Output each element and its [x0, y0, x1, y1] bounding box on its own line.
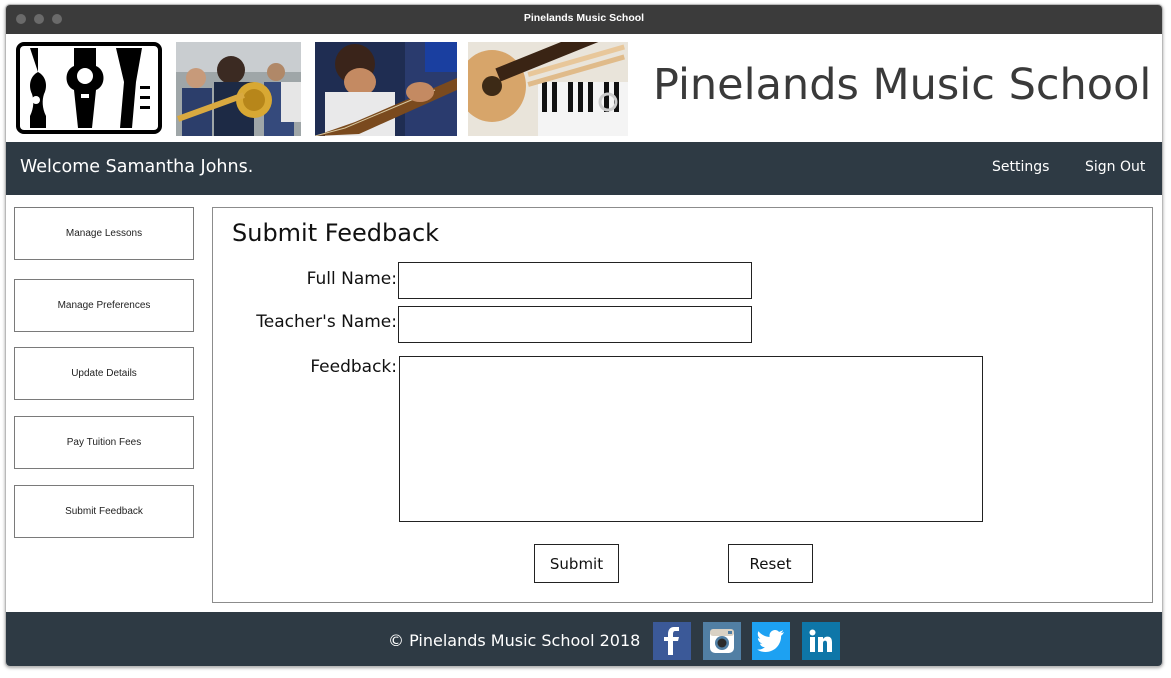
copyright-text: © Pinelands Music School 2018 [388, 631, 641, 650]
facebook-icon[interactable] [653, 622, 691, 660]
ukulele-keyboard-photo [468, 42, 628, 136]
window-title: Pinelands Music School [523, 12, 645, 24]
sidebar-item-submit-feedback[interactable]: Submit Feedback [14, 485, 194, 538]
trombone-students-photo [176, 42, 301, 136]
sidebar-item-pay-tuition-fees[interactable]: Pay Tuition Fees [14, 416, 194, 469]
sign-out-link[interactable]: Sign Out [1085, 159, 1145, 175]
full-name-input[interactable] [398, 262, 752, 299]
linkedin-icon[interactable] [802, 622, 840, 660]
instagram-icon[interactable] [703, 622, 741, 660]
app-window: Pinelands Music School Pinelands Music S… [5, 4, 1163, 667]
feedback-form-panel: Submit Feedback Full Name: Teacher's Nam… [212, 207, 1153, 603]
school-name-heading: Pinelands Music School [653, 60, 1152, 110]
settings-link[interactable]: Settings [992, 159, 1049, 175]
twitter-icon[interactable] [752, 622, 790, 660]
submit-button[interactable]: Submit [534, 544, 619, 583]
window-titlebar: Pinelands Music School [6, 5, 1162, 34]
feedback-label: Feedback: [310, 357, 397, 377]
form-title: Submit Feedback [232, 219, 440, 247]
site-footer: © Pinelands Music School 2018 [6, 612, 1162, 666]
top-navbar: Welcome Samantha Johns. Settings Sign Ou… [6, 142, 1162, 195]
teacher-name-label: Teacher's Name: [256, 312, 397, 332]
full-name-label: Full Name: [306, 269, 397, 289]
sidebar-item-manage-preferences[interactable]: Manage Preferences [14, 279, 194, 332]
site-header: Pinelands Music School [6, 34, 1162, 142]
reset-button[interactable]: Reset [728, 544, 813, 583]
music-instruments-logo [16, 42, 162, 134]
sidebar-item-manage-lessons[interactable]: Manage Lessons [14, 207, 194, 260]
guitar-student-photo [315, 42, 457, 136]
teacher-name-input[interactable] [398, 306, 752, 343]
sidebar-item-update-details[interactable]: Update Details [14, 347, 194, 400]
feedback-textarea[interactable] [399, 356, 983, 522]
welcome-message: Welcome Samantha Johns. [20, 157, 254, 177]
